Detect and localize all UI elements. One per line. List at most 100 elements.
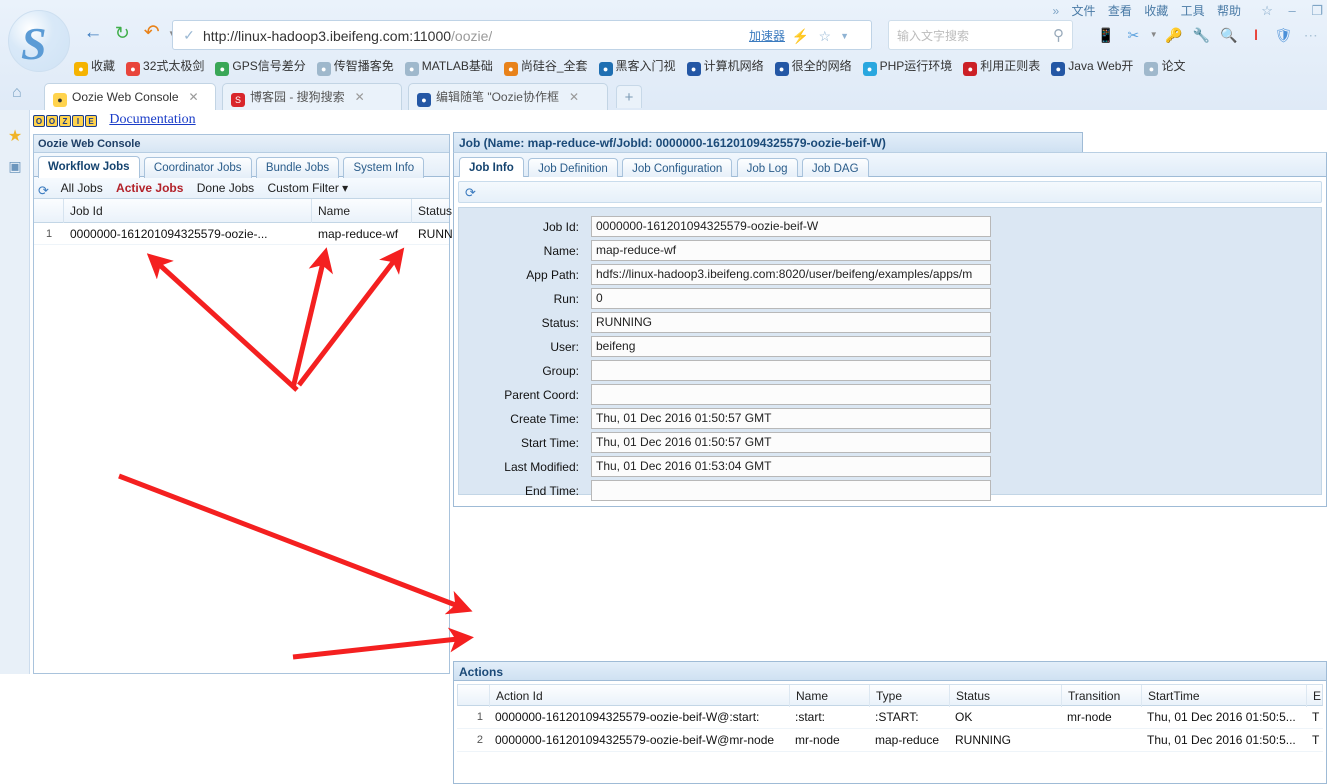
actions-header-action-id[interactable]: Action Id [490,685,790,707]
job-field-value[interactable] [591,384,991,405]
cast-icon[interactable]: 📱 [1094,20,1118,50]
job-field-value[interactable]: hdfs://linux-hadoop3.ibeifeng.com:8020/u… [591,264,991,285]
actions-header-type[interactable]: Type [870,685,950,707]
bookmark-item[interactable]: ● 尚硅谷_全套 [503,55,588,77]
menu-favorites[interactable]: 收藏 [1144,4,1168,18]
search-input[interactable]: 输入文字搜索 [897,21,969,51]
tab-bokeyuan-sogou[interactable]: S 博客园 - 搜狗搜索 ✕ [222,83,402,110]
browser-menubar: » 文件 查看 收藏 工具 帮助 [1044,1,1241,21]
bookmark-item[interactable]: ● MATLAB基础 [404,55,493,77]
job-field-value[interactable] [591,480,991,501]
job-field-label: Last Modified: [504,460,579,474]
bookmark-item[interactable]: ● 收藏 [74,55,115,77]
job-field-value[interactable]: Thu, 01 Dec 2016 01:50:57 GMT [591,432,991,453]
bookmark-item[interactable]: ● 很全的网络 [774,55,852,77]
job-field-value[interactable]: map-reduce-wf [591,240,991,261]
reload-button[interactable]: ↻ [109,20,135,46]
tab-job-info[interactable]: Job Info [459,157,524,179]
tab-bundle-jobs[interactable]: Bundle Jobs [255,157,340,178]
menu-file[interactable]: 文件 [1072,4,1096,18]
search-icon[interactable]: ⚲ [1053,21,1064,51]
refresh-icon[interactable]: ⟳ [465,185,476,200]
bookmark-item[interactable]: ● 32式太极剑 [126,55,204,77]
filter-custom-filter[interactable]: Custom Filter ▾ [267,181,348,195]
key-icon[interactable]: 🔑 [1162,20,1186,50]
actions-header-name[interactable]: Name [790,685,870,707]
menu-view[interactable]: 查看 [1108,4,1132,18]
bookmark-item[interactable]: ● Java Web开 [1051,55,1133,77]
bookmark-item[interactable]: ● GPS信号差分 [215,55,306,77]
job-field-value[interactable]: Thu, 01 Dec 2016 01:50:57 GMT [591,408,991,429]
job-field-value[interactable]: beifeng [591,336,991,357]
job-field-value[interactable]: 0000000-161201094325579-oozie-beif-W [591,216,991,237]
close-icon[interactable]: ✕ [569,90,579,104]
menu-overflow-icon[interactable]: » [1053,4,1060,18]
reading-pane-icon[interactable]: ▣ [6,158,24,176]
chevron-down-icon[interactable]: ▼ [1149,20,1159,50]
search-box[interactable]: 输入文字搜索 ⚲ [888,20,1073,50]
close-icon[interactable]: ✕ [355,90,365,104]
star-icon[interactable]: ☆ [818,21,831,51]
history-back-button[interactable]: ↶ [139,20,165,46]
back-button[interactable]: ← [80,20,106,46]
job-field-value[interactable]: RUNNING [591,312,991,333]
oozie-logo-letter: E [85,115,97,127]
screenshot-icon[interactable]: 🔍 [1217,20,1241,50]
filter-all-jobs[interactable]: All Jobs [61,181,103,195]
table-row[interactable]: 1 0000000-161201094325579-oozie-beif-W@:… [457,706,1323,729]
tab-workflow-jobs[interactable]: Workflow Jobs [38,156,140,178]
accelerator-link[interactable]: 加速器 [749,21,785,51]
bookmark-item[interactable]: ● 黑客入门视 [598,55,676,77]
tab-coordinator-jobs[interactable]: Coordinator Jobs [143,157,252,178]
tab-job-definition[interactable]: Job Definition [528,158,618,179]
bookmark-item[interactable]: ● 计算机网络 [686,55,764,77]
address-bar[interactable]: ✓ http://linux-hadoop3.ibeifeng.com:1100… [172,20,872,50]
documentation-link[interactable]: Documentation [109,112,195,128]
bookmark-item[interactable]: ● 论文 [1144,55,1185,77]
tab-system-info[interactable]: System Info [343,157,425,178]
menu-help[interactable]: 帮助 [1217,4,1241,18]
row-name: mr-node [795,733,840,747]
lightning-icon[interactable]: ⚡ [792,21,809,51]
job-field-row: Parent Coord: [459,384,1321,408]
shield-icon[interactable]: 🛡 [1271,20,1295,50]
skin-icon[interactable]: ☆ [1261,3,1273,18]
favorites-star-icon[interactable]: ★ [6,126,24,145]
tab-job-configuration[interactable]: Job Configuration [622,158,733,179]
minimize-icon[interactable]: – [1288,3,1295,18]
close-icon[interactable]: ✕ [189,90,199,104]
bookmark-item[interactable]: ● PHP运行环境 [862,55,952,77]
restore-icon[interactable]: ❐ [1311,3,1323,18]
actions-header-start-time[interactable]: StartTime [1142,685,1307,707]
job-field-value[interactable]: Thu, 01 Dec 2016 01:53:04 GMT [591,456,991,477]
menu-tools[interactable]: 工具 [1181,4,1205,18]
tab-job-log[interactable]: Job Log [736,158,798,179]
bookmark-item[interactable]: ● 传智播客免 [316,55,394,77]
filter-active-jobs[interactable]: Active Jobs [116,181,183,195]
row-start-time: Thu, 01 Dec 2016 01:50:5... [1147,733,1296,747]
job-field-row: Start Time: Thu, 01 Dec 2016 01:50:57 GMT [459,432,1321,456]
job-field-value[interactable] [591,360,991,381]
sogou-icon[interactable]: 𝐥 [1244,20,1268,50]
home-icon[interactable]: ⌂ [12,84,22,102]
bookmark-item[interactable]: ● 利用正则表 [963,55,1040,77]
bookmark-label: Java Web开 [1068,59,1134,73]
more-icon[interactable]: ⋯ [1299,20,1323,50]
tab-oozie-web-console[interactable]: ● Oozie Web Console ✕ [44,83,216,110]
tab-edit-essay-oozie[interactable]: ● 编辑随笔 "Oozie协作框 ✕ [408,83,608,110]
actions-header-status[interactable]: Status [950,685,1062,707]
scissors-icon[interactable]: ✂ [1121,20,1145,50]
job-field-value[interactable]: 0 [591,288,991,309]
tab-job-dag[interactable]: Job DAG [801,158,869,179]
refresh-icon[interactable]: ⟳ [38,180,54,198]
table-row[interactable]: 2 0000000-161201094325579-oozie-beif-W@m… [457,729,1323,752]
grid-header-job-id[interactable]: Job Id [64,199,312,223]
actions-header-transition[interactable]: Transition [1062,685,1142,707]
wrench-icon[interactable]: 🔧 [1189,20,1213,50]
table-row[interactable]: 1 0000000-161201094325579-oozie-... map-… [34,223,474,245]
filter-done-jobs[interactable]: Done Jobs [197,181,254,195]
actions-header-end-time[interactable]: E [1307,685,1327,707]
new-tab-button[interactable]: + [616,85,642,108]
chevron-down-icon[interactable]: ▼ [840,21,849,51]
grid-header-name[interactable]: Name [312,199,412,223]
